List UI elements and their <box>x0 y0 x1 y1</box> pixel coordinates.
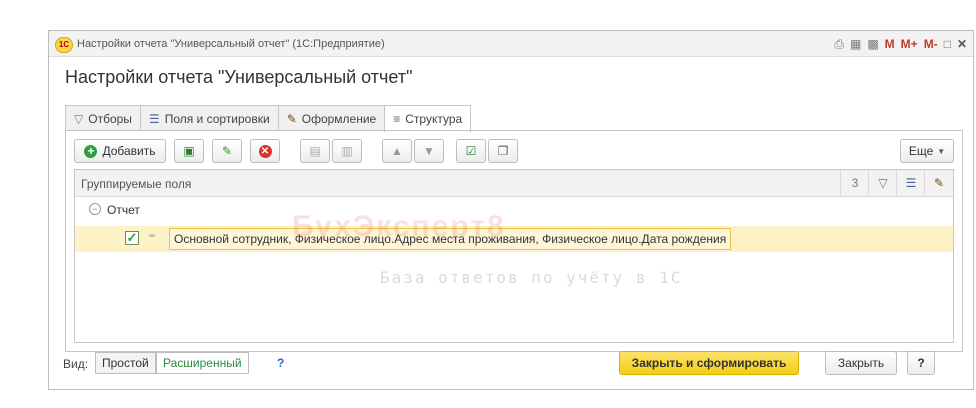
footer: Вид: Простой Расширенный ? Закрыть и сфо… <box>63 349 965 375</box>
sort-column-icon[interactable]: ☰ <box>896 170 925 196</box>
add-button[interactable]: + Добавить <box>74 139 166 163</box>
column-count: 3 <box>840 170 869 196</box>
column-title: Группируемые поля <box>81 177 192 191</box>
view-help-link[interactable]: ? <box>277 356 284 370</box>
move-down-icon[interactable]: ▼ <box>414 139 444 163</box>
filter-column-icon[interactable]: ▽ <box>868 170 897 196</box>
group-icon[interactable]: ▤ <box>300 139 330 163</box>
tab-label: Поля и сортировки <box>164 111 270 126</box>
page-title: Настройки отчета "Универсальный отчет" <box>65 67 413 87</box>
calendar-icon[interactable]: ▩ <box>867 35 878 53</box>
watermark-slogan: База ответов по учёту в 1С <box>380 268 683 287</box>
tree-row-report[interactable]: − Отчет <box>75 200 953 222</box>
memory-plus-button[interactable]: M+ <box>901 35 918 53</box>
close-and-generate-button[interactable]: Закрыть и сформировать <box>619 351 799 375</box>
memory-minus-button[interactable]: M- <box>924 35 938 53</box>
brush-icon: ✎ <box>286 111 297 126</box>
maximize-icon[interactable]: □ <box>944 35 951 53</box>
tab-label: Отборы <box>88 111 132 126</box>
move-up-icon[interactable]: ▲ <box>382 139 412 163</box>
close-button[interactable]: Закрыть <box>825 351 897 375</box>
row-checkbox[interactable]: ✓ <box>125 231 139 245</box>
brush-column-icon[interactable]: ✎ <box>924 170 953 196</box>
watermark-brand: БухЭксперт8 <box>292 210 506 243</box>
plus-icon: + <box>84 144 98 158</box>
filter-icon: ▽ <box>74 111 84 126</box>
grouping-fields-icon: ▫▫ <box>149 231 155 242</box>
tab-filters[interactable]: ▽ Отборы <box>65 105 141 131</box>
app-1c-icon: 1С <box>55 37 73 53</box>
calculator-icon[interactable]: ▦ <box>850 35 861 53</box>
add-button-label: Добавить <box>102 144 156 158</box>
more-button-label: Еще <box>908 144 934 158</box>
window-title: Настройки отчета "Универсальный отчет" (… <box>77 38 385 50</box>
view-extended-button[interactable]: Расширенный <box>156 352 249 374</box>
ungroup-icon[interactable]: ▥ <box>332 139 362 163</box>
tab-fields-sorting[interactable]: ☰ Поля и сортировки <box>139 105 279 131</box>
collapse-icon[interactable]: − <box>89 203 101 215</box>
close-icon[interactable]: ✕ <box>957 35 967 53</box>
print-icon[interactable]: ⎙ <box>834 35 844 53</box>
add-grouping-icon[interactable]: ▣ <box>174 139 204 163</box>
tree-row-grouping[interactable]: ✓ ▫▫ Основной сотрудник, Физическое лицо… <box>75 226 953 252</box>
view-simple-button[interactable]: Простой <box>95 352 156 374</box>
tab-label: Структура <box>405 112 463 126</box>
toolbar: + Добавить ▣ ✎ ✕ ▤ ▥ ▲ ▼ ☑ ❐ Еще ▼ <box>74 139 954 163</box>
settings-window: 1С Настройки отчета "Универсальный отчет… <box>48 30 974 390</box>
tab-structure[interactable]: ≡ Структура <box>384 105 472 132</box>
memory-button[interactable]: M <box>885 35 895 53</box>
title-bar: 1С Настройки отчета "Универсальный отчет… <box>49 31 973 57</box>
help-button[interactable]: ? <box>907 351 935 375</box>
delete-icon[interactable]: ✕ <box>250 139 280 163</box>
fields-sort-icon: ☰ <box>148 111 160 126</box>
tree-row-label: Отчет <box>107 203 140 217</box>
uncheck-all-icon[interactable]: ❐ <box>488 139 518 163</box>
grid-header: Группируемые поля 3 ▽ ☰ ✎ <box>75 170 953 197</box>
structure-panel: + Добавить ▣ ✎ ✕ ▤ ▥ ▲ ▼ ☑ ❐ Еще ▼ Групп… <box>65 130 963 352</box>
title-bar-controls: ⎙ ▦ ▩ M M+ M- □ ✕ <box>834 35 967 53</box>
tab-label: Оформление <box>301 111 377 126</box>
view-label: Вид: <box>63 357 89 371</box>
chevron-down-icon: ▼ <box>937 146 946 156</box>
structure-grid: Группируемые поля 3 ▽ ☰ ✎ − Отчет ✓ ▫▫ О… <box>74 169 954 343</box>
more-button[interactable]: Еще ▼ <box>900 139 954 163</box>
tab-appearance[interactable]: ✎ Оформление <box>277 105 386 131</box>
check-all-icon[interactable]: ☑ <box>456 139 486 163</box>
edit-icon[interactable]: ✎ <box>212 139 242 163</box>
tab-bar: ▽ Отборы ☰ Поля и сортировки ✎ Оформлени… <box>65 105 472 132</box>
structure-icon: ≡ <box>393 112 401 126</box>
